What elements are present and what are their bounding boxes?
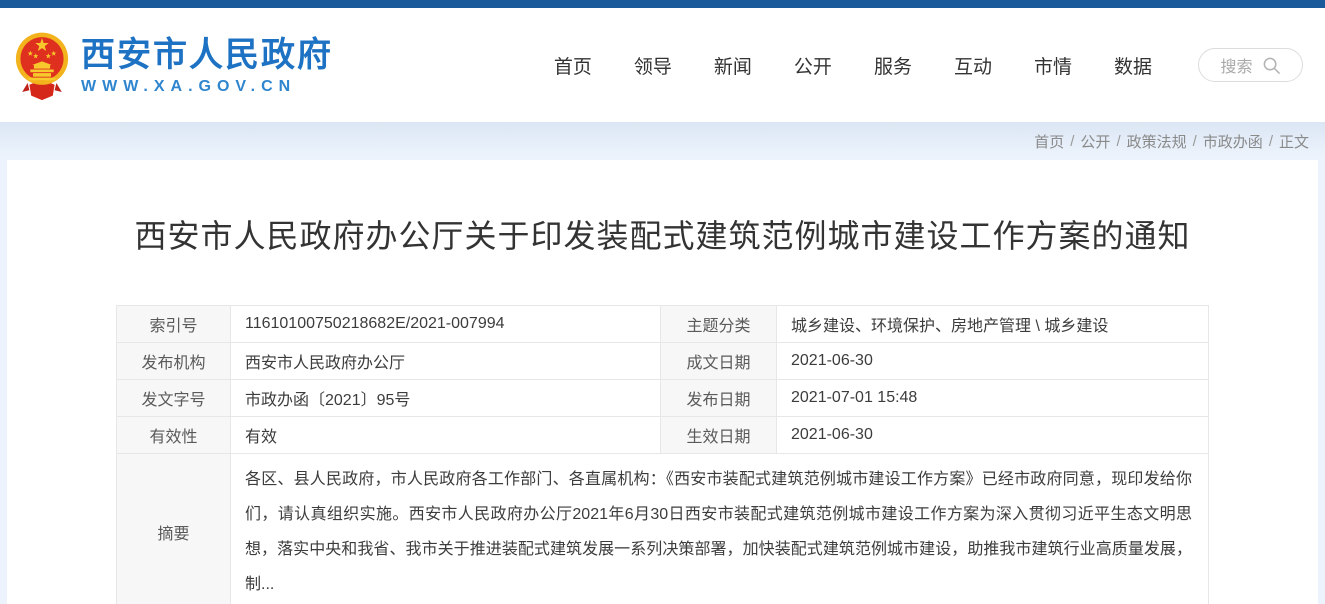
meta-label-written-date: 成文日期 [661,343,777,380]
nav-item-data[interactable]: 数据 [1114,52,1152,79]
meta-value-doc-number: 市政办函〔2021〕95号 [231,380,661,417]
meta-value-publish-date: 2021-07-01 15:48 [777,380,1209,417]
table-row: 索引号 11610100750218682E/2021-007994 主题分类 … [117,306,1209,343]
breadcrumb-open[interactable]: 公开 [1080,131,1110,152]
document-title: 西安市人民政府办公厅关于印发装配式建筑范例城市建设工作方案的通知 [7,160,1318,255]
logo-text: 西安市人民政府 WWW.XA.GOV.CN [81,35,333,96]
document-meta-table: 索引号 11610100750218682E/2021-007994 主题分类 … [116,305,1209,604]
top-accent-bar [0,0,1325,8]
site-logo[interactable]: 西安市人民政府 WWW.XA.GOV.CN [15,29,333,101]
document-card: 西安市人民政府办公厅关于印发装配式建筑范例城市建设工作方案的通知 索引号 116… [7,160,1318,604]
breadcrumb-policies[interactable]: 政策法规 [1127,131,1187,152]
search-icon [1262,56,1281,75]
breadcrumb-separator: / [1193,133,1197,150]
breadcrumb-letters[interactable]: 市政办函 [1203,131,1263,152]
meta-value-summary: 各区、县人民政府，市人民政府各工作部门、各直属机构：《西安市装配式建筑范例城市建… [231,454,1209,604]
site-header: 西安市人民政府 WWW.XA.GOV.CN 首页 领导 新闻 公开 服务 互动 … [0,8,1325,122]
national-emblem-icon [15,29,69,101]
meta-label-summary: 摘要 [117,454,231,604]
meta-value-effective-date: 2021-06-30 [777,417,1209,454]
breadcrumb-separator: / [1269,133,1273,150]
meta-label-index-number: 索引号 [117,306,231,343]
nav-item-news[interactable]: 新闻 [714,52,752,79]
nav-item-interact[interactable]: 互动 [954,52,992,79]
breadcrumb: 首页 / 公开 / 政策法规 / 市政办函 / 正文 [0,122,1325,160]
nav-item-services[interactable]: 服务 [874,52,912,79]
breadcrumb-current: 正文 [1279,131,1309,152]
nav-item-city[interactable]: 市情 [1034,52,1072,79]
meta-value-index-number: 11610100750218682E/2021-007994 [231,306,661,343]
meta-label-doc-number: 发文字号 [117,380,231,417]
site-url: WWW.XA.GOV.CN [81,78,333,96]
meta-value-topic: 城乡建设、环境保护、房地产管理 \ 城乡建设 [777,306,1209,343]
meta-label-issuer: 发布机构 [117,343,231,380]
table-row: 发文字号 市政办函〔2021〕95号 发布日期 2021-07-01 15:48 [117,380,1209,417]
meta-value-issuer: 西安市人民政府办公厅 [231,343,661,380]
table-row: 有效性 有效 生效日期 2021-06-30 [117,417,1209,454]
meta-value-validity: 有效 [231,417,661,454]
nav-item-home[interactable]: 首页 [554,52,592,79]
breadcrumb-separator: / [1116,133,1120,150]
search-box[interactable]: 搜索 [1198,48,1303,82]
site-title: 西安市人民政府 [81,35,333,75]
meta-label-publish-date: 发布日期 [661,380,777,417]
nav-item-leaders[interactable]: 领导 [634,52,672,79]
meta-label-topic: 主题分类 [661,306,777,343]
meta-value-written-date: 2021-06-30 [777,343,1209,380]
table-row-summary: 摘要 各区、县人民政府，市人民政府各工作部门、各直属机构：《西安市装配式建筑范例… [117,454,1209,604]
search-placeholder: 搜索 [1220,53,1252,77]
page-background: 首页 / 公开 / 政策法规 / 市政办函 / 正文 西安市人民政府办公厅关于印… [0,122,1325,604]
nav-item-open[interactable]: 公开 [794,52,832,79]
table-row: 发布机构 西安市人民政府办公厅 成文日期 2021-06-30 [117,343,1209,380]
meta-label-effective-date: 生效日期 [661,417,777,454]
breadcrumb-separator: / [1070,133,1074,150]
meta-label-validity: 有效性 [117,417,231,454]
breadcrumb-home[interactable]: 首页 [1034,131,1064,152]
main-nav: 首页 领导 新闻 公开 服务 互动 市情 数据 [554,52,1152,79]
